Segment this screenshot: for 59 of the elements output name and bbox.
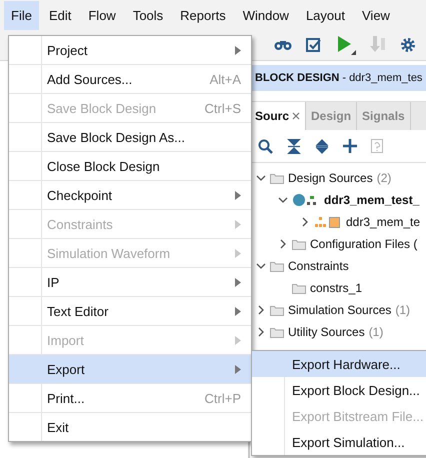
menu-item[interactable]: Export Block Design...: [252, 377, 426, 403]
shortcut-text: Ctrl+P: [204, 390, 241, 406]
menu-item[interactable]: Text Editor: [9, 296, 251, 325]
folder-icon: [270, 172, 284, 184]
menu-item[interactable]: Add Sources... Alt+A: [9, 64, 251, 93]
expand-all-icon[interactable]: [315, 138, 329, 154]
tree-item-label[interactable]: Design Sources: [288, 171, 373, 185]
menu-item[interactable]: Close Block Design: [9, 151, 251, 180]
tree-item-label[interactable]: constrs_1: [310, 281, 362, 295]
search-icon[interactable]: [258, 138, 273, 154]
menu-title[interactable]: View: [355, 0, 397, 30]
menu-item[interactable]: IP: [9, 267, 251, 296]
menu-item[interactable]: Checkpoint: [9, 180, 251, 209]
menu-title[interactable]: Layout: [298, 0, 352, 30]
tree-item-label[interactable]: Utility Sources: [288, 325, 365, 339]
checkbox-icon[interactable]: [306, 37, 322, 53]
menu-item[interactable]: Export Simulation...: [252, 429, 426, 455]
chevron-right-icon[interactable]: [256, 327, 266, 337]
menu-item[interactable]: Project: [9, 36, 251, 64]
header-subtitle: - ddr3_mem_tes: [342, 72, 422, 84]
item-count: (1): [395, 303, 410, 317]
menu-item[interactable]: Export Hardware...: [252, 351, 426, 377]
chevron-right-icon[interactable]: [278, 239, 288, 249]
chevron-down-icon[interactable]: [278, 195, 288, 205]
binoculars-icon[interactable]: [274, 39, 292, 51]
block-design-icon: [314, 216, 342, 228]
add-icon[interactable]: [343, 139, 357, 153]
shortcut-text: Ctrl+S: [204, 100, 241, 116]
run-icon[interactable]: [336, 35, 356, 55]
tree-item-label[interactable]: ddr3_mem_te: [346, 215, 420, 229]
chevron-down-icon[interactable]: [256, 261, 266, 271]
menu-item[interactable]: Export: [9, 354, 251, 383]
menu-item[interactable]: Save Block Design As...: [9, 122, 251, 151]
folder-icon: [270, 304, 284, 316]
folder-icon: [292, 282, 306, 294]
menu-title[interactable]: Tools: [126, 0, 170, 30]
folder-icon: [270, 260, 284, 272]
settings-icon[interactable]: [400, 37, 416, 53]
menu-title[interactable]: Reports: [173, 0, 233, 30]
item-count: (1): [368, 325, 384, 339]
chevron-right-icon[interactable]: [300, 217, 310, 227]
menu-title[interactable]: Window: [236, 0, 296, 30]
menu-title[interactable]: Edit: [42, 0, 78, 30]
collapse-all-icon[interactable]: [287, 138, 301, 154]
close-icon[interactable]: [292, 112, 300, 120]
panel-tab[interactable]: Sourc: [250, 102, 306, 130]
chevron-right-icon[interactable]: [256, 305, 266, 315]
tree-item-label[interactable]: Simulation Sources: [288, 303, 392, 317]
menu-title[interactable]: Flow: [81, 0, 123, 30]
tree-item-label[interactable]: Constraints: [288, 259, 349, 273]
item-count: (2): [376, 171, 392, 185]
folder-icon: [292, 238, 306, 250]
header-title: BLOCK DESIGN: [255, 72, 340, 84]
tree-item-label[interactable]: Configuration Files (: [310, 237, 418, 251]
menu-title[interactable]: File: [4, 0, 39, 30]
shortcut-text: Alt+A: [210, 72, 241, 86]
tree-item-label[interactable]: ddr3_mem_test_: [324, 193, 420, 207]
folder-icon: [270, 326, 284, 338]
chevron-down-icon[interactable]: [256, 173, 266, 183]
